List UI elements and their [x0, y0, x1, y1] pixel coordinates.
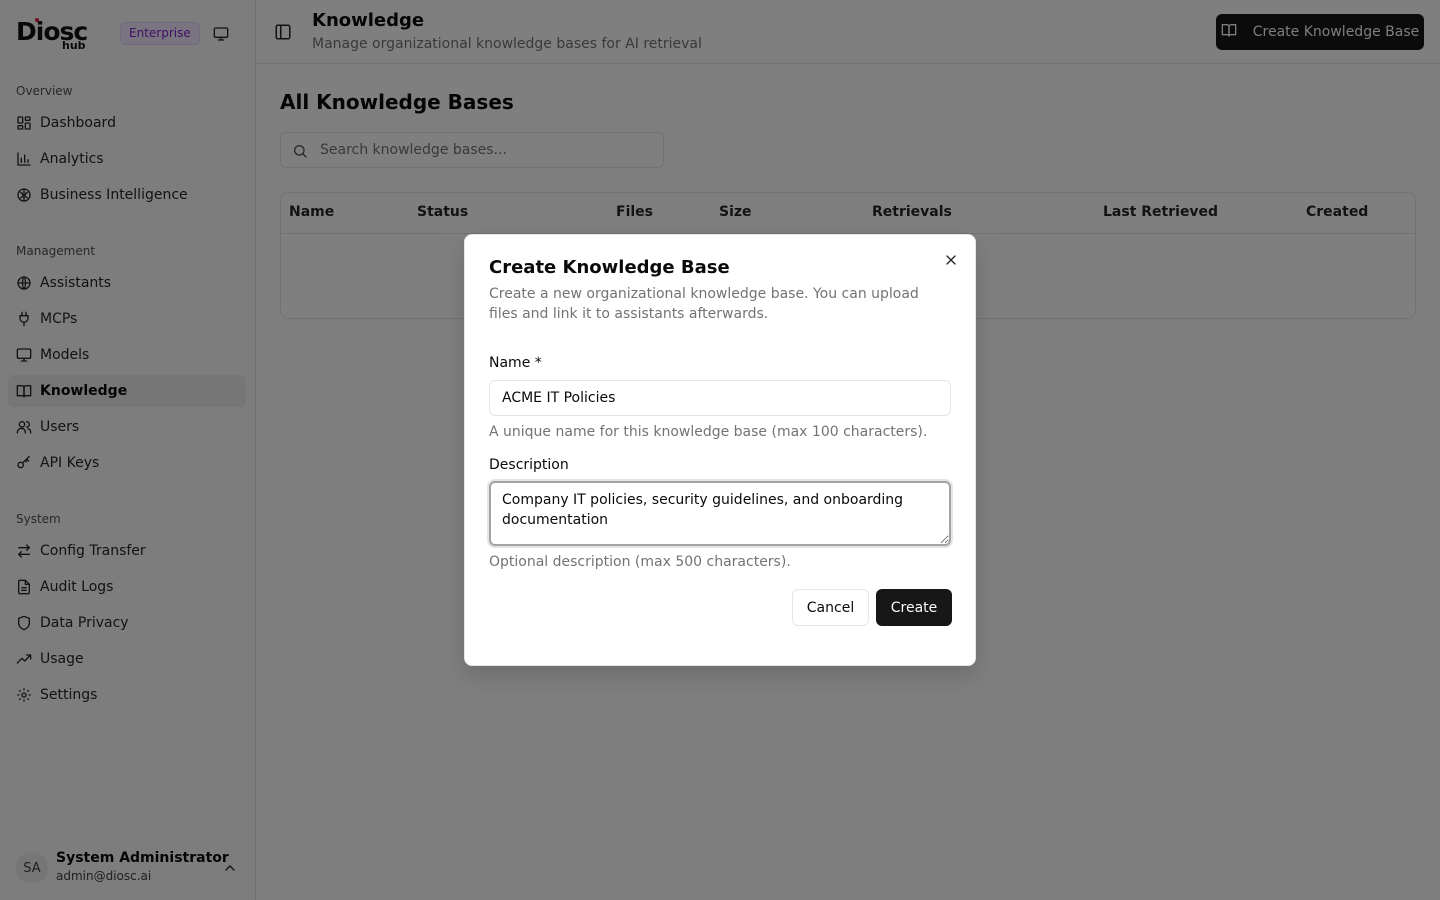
- description-field[interactable]: Company IT policies, security guidelines…: [489, 481, 951, 546]
- close-icon[interactable]: [943, 252, 959, 268]
- dialog-title: Create Knowledge Base: [489, 257, 730, 278]
- name-field-hint: A unique name for this knowledge base (m…: [489, 424, 928, 440]
- create-button[interactable]: Create: [876, 589, 952, 626]
- dialog-description: Create a new organizational knowledge ba…: [489, 286, 919, 322]
- description-field-label: Description: [489, 457, 569, 473]
- name-field[interactable]: [489, 380, 951, 416]
- description-field-hint: Optional description (max 500 characters…: [489, 554, 791, 570]
- name-field-label: Name *: [489, 355, 542, 371]
- create-knowledge-base-dialog: Create Knowledge Base Create a new organ…: [464, 234, 976, 666]
- cancel-button[interactable]: Cancel: [792, 589, 869, 626]
